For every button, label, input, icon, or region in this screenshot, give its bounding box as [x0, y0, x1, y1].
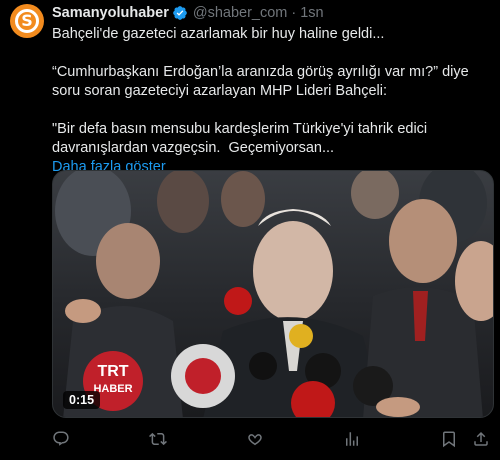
microphone — [249, 352, 277, 380]
tweet-text: Bahçeli'de gazeteci azarlamak bir huy ha… — [52, 25, 490, 158]
tweet-line — [52, 101, 490, 120]
share-icon — [474, 431, 488, 446]
like-icon — [248, 434, 262, 446]
retweet-icon — [149, 432, 167, 446]
verified-badge-icon — [173, 6, 187, 20]
tweet-header: Samanyoluhaber @shaber_com · 1sn — [52, 2, 490, 24]
action-group-right — [440, 430, 490, 448]
person-center-face — [253, 221, 333, 321]
bg-person — [221, 171, 265, 227]
person-right-face — [389, 199, 457, 283]
avatar[interactable]: S — [10, 4, 44, 38]
video-player[interactable]: TRT HABER 0:15 — [52, 170, 494, 418]
bg-person — [157, 171, 209, 233]
tweet-line: "Bir defa basın mensubu kardeşlerim Türk… — [52, 121, 432, 156]
action-bar — [52, 430, 490, 448]
tweet[interactable]: S Samanyoluhaber @shaber_com · 1sn Bahçe… — [0, 0, 500, 460]
tweet-line: “Cumhurbaşkanı Erdoğan’la aranızda görüş… — [52, 64, 473, 99]
views-button[interactable] — [343, 430, 361, 448]
reply-icon — [53, 431, 69, 446]
hand — [65, 299, 101, 323]
author-name[interactable]: Samanyoluhaber — [52, 5, 169, 21]
avatar-letter: S — [15, 9, 39, 33]
bg-person — [351, 171, 399, 219]
tweet-content: Samanyoluhaber @shaber_com · 1sn Bahçeli… — [52, 0, 490, 177]
separator-dot: · — [291, 5, 297, 21]
author-handle[interactable]: @shaber_com — [193, 5, 288, 21]
video-frame: TRT HABER — [55, 171, 493, 417]
tweet-time[interactable]: 1sn — [300, 5, 323, 21]
microphone — [289, 324, 313, 348]
tweet-line — [52, 44, 490, 63]
share-button[interactable] — [472, 430, 490, 448]
bookmark-button[interactable] — [440, 430, 458, 448]
microphone — [224, 287, 252, 315]
bookmark-icon — [443, 431, 455, 448]
views-icon — [346, 432, 358, 446]
mic-label: TRT — [97, 363, 128, 380]
reply-button[interactable] — [52, 430, 70, 448]
tweet-line: Bahçeli'de gazeteci azarlamak bir huy ha… — [52, 26, 385, 42]
hand — [376, 397, 420, 417]
microphone-logo — [185, 358, 221, 394]
video-duration: 0:15 — [63, 391, 101, 409]
retweet-button[interactable] — [149, 430, 167, 448]
person-left-face — [96, 223, 160, 299]
like-button[interactable] — [246, 430, 264, 448]
